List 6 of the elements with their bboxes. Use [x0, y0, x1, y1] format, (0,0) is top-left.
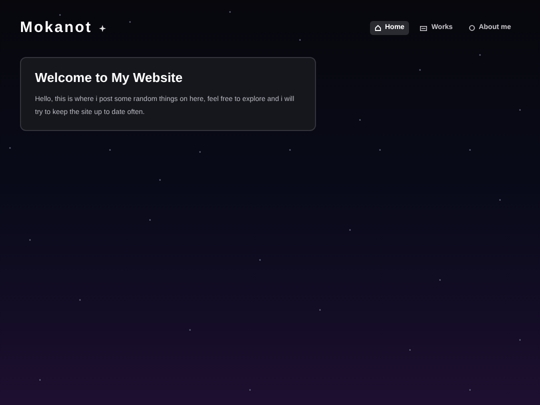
home-icon [374, 25, 381, 32]
sparkle-icon [99, 24, 106, 32]
list-icon [420, 26, 428, 31]
circle-icon [468, 25, 475, 32]
site-title[interactable]: Mokanot [20, 17, 92, 40]
card-title: Welcome to My Website [35, 68, 184, 86]
